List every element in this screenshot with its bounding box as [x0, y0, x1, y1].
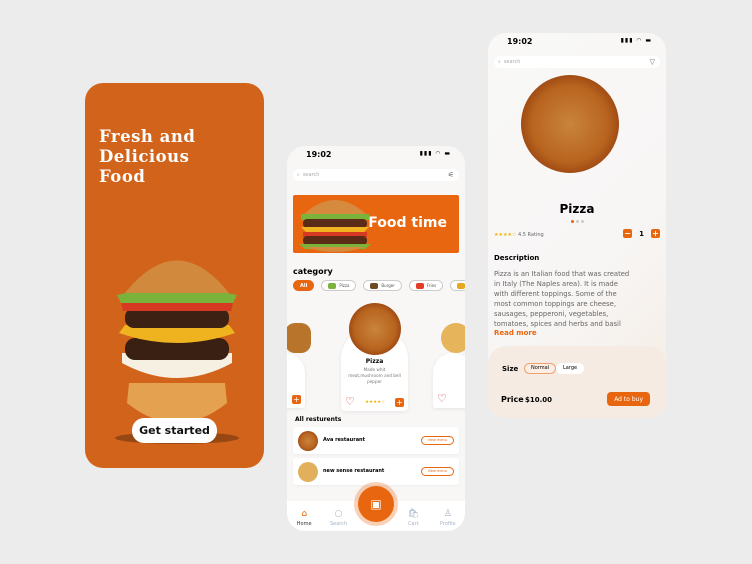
- quantity-value: 1: [639, 229, 644, 238]
- food-card-burger[interactable]: +: [287, 323, 311, 408]
- home-icon: ⌂: [301, 509, 308, 519]
- status-icons: ▮▮▮ ◠ ▬: [620, 37, 652, 44]
- description-text: Pizza is an Italian food that was create…: [494, 270, 630, 328]
- restaurant-item[interactable]: Ava restaurant View menu: [293, 427, 459, 454]
- search-placeholder: search: [302, 172, 320, 178]
- category-chip-wrap[interactable]: Wrap: [450, 280, 465, 291]
- tab-label: Cart: [408, 521, 419, 527]
- status-time: 19:02: [507, 37, 533, 46]
- home-screen: 19:02 ▮▮▮ ◠ ▬ ⌕ search ⚟ Food time categ…: [287, 146, 465, 531]
- headline: Fresh and Delicious Food: [99, 127, 196, 186]
- food-card-fries[interactable]: ♡: [433, 323, 465, 408]
- dot[interactable]: [571, 220, 574, 223]
- fries-image: [441, 323, 465, 353]
- size-label: Size: [502, 365, 519, 373]
- fries-icon: [415, 282, 424, 289]
- burger-image: [287, 323, 311, 353]
- search-icon: ○: [334, 509, 343, 519]
- add-button[interactable]: +: [292, 395, 301, 404]
- category-chip-pizza[interactable]: Pizza: [321, 280, 357, 291]
- restaurant-image: [298, 431, 318, 451]
- view-menu-button[interactable]: View menu: [420, 436, 454, 445]
- profile-icon: ♙: [443, 509, 452, 519]
- onboarding-screen: Fresh and Delicious Food Get started: [85, 83, 264, 468]
- tab-search[interactable]: ○ Search: [324, 509, 354, 527]
- burger-icon: [370, 282, 379, 289]
- food-desc: Made whit meat,mushroom and bell pepper: [348, 367, 401, 384]
- heart-icon[interactable]: ♡: [437, 392, 447, 405]
- restaurant-name: Ava restaurant: [323, 437, 366, 443]
- pizza-image: [521, 75, 619, 173]
- category-chip-fries[interactable]: Fries: [408, 280, 444, 291]
- cart-icon: 🛍: [407, 509, 420, 519]
- status-bar: 19:02 ▮▮▮ ◠ ▬: [488, 33, 666, 51]
- tab-cart[interactable]: 🛍 Cart: [398, 509, 428, 527]
- filter-icon[interactable]: ▽: [650, 58, 655, 66]
- product-title: Pizza: [559, 202, 595, 216]
- chip-label: Pizza: [339, 283, 350, 288]
- wrap-icon: [457, 282, 465, 289]
- chip-label: All: [300, 282, 308, 289]
- status-icons: ▮▮▮ ◠ ▬: [419, 150, 451, 157]
- increase-button[interactable]: +: [651, 229, 660, 238]
- heart-icon[interactable]: ♡: [345, 395, 355, 408]
- price-value: $10.00: [525, 396, 553, 404]
- restaurants-title: All resturents: [295, 416, 342, 423]
- category-chip-all[interactable]: All: [293, 280, 315, 291]
- tab-label: Home: [296, 521, 312, 527]
- pizza-icon: [328, 282, 337, 289]
- price-label: Price: [501, 395, 524, 404]
- read-more-link[interactable]: Read more: [494, 329, 537, 337]
- tab-profile[interactable]: ♙ Profile: [433, 509, 463, 527]
- get-started-button[interactable]: Get started: [132, 418, 217, 443]
- category-chip-burger[interactable]: Burger: [363, 280, 402, 291]
- description-title: Description: [494, 254, 540, 262]
- search-icon: ⌕: [498, 59, 501, 65]
- tab-label: Search: [329, 521, 348, 527]
- status-bar: 19:02 ▮▮▮ ◠ ▬: [287, 146, 465, 164]
- rating-text: 4.5 Rating: [518, 232, 544, 238]
- decrease-button[interactable]: −: [623, 229, 633, 238]
- category-list: All Pizza Burger Fries Wrap: [293, 280, 465, 291]
- promo-banner[interactable]: Food time: [293, 195, 459, 253]
- burger-image: [299, 200, 371, 252]
- quantity-stepper: − 1 +: [623, 229, 660, 238]
- rating: ★★★★☆ 4.5 Rating: [494, 232, 544, 238]
- tab-label: Profile: [439, 521, 456, 527]
- chip-label: Burger: [381, 283, 395, 288]
- category-title: category: [293, 267, 333, 276]
- food-card-pizza[interactable]: Pizza Made whit meat,mushroom and bell p…: [341, 303, 408, 411]
- carousel-dots[interactable]: [571, 220, 584, 223]
- size-option-large[interactable]: Large: [556, 363, 585, 374]
- view-menu-button[interactable]: View menu: [420, 467, 454, 476]
- restaurant-image: [298, 462, 318, 482]
- add-button[interactable]: +: [395, 398, 404, 407]
- search-input[interactable]: ⌕ search ▽: [494, 56, 660, 68]
- search-input[interactable]: ⌕ search ⚟: [293, 169, 459, 181]
- rating-stars: ★★★★☆: [365, 400, 386, 405]
- menu-fab-button[interactable]: ▣: [358, 486, 394, 522]
- dot[interactable]: [581, 220, 584, 223]
- banner-text: Food time: [368, 215, 447, 231]
- dot[interactable]: [576, 220, 579, 223]
- restaurant-name: new sense restaurant: [323, 468, 385, 474]
- purchase-panel: Size Normal Large Price $10.00 Ad to buy: [488, 346, 666, 418]
- burger-image: [115, 260, 239, 444]
- menu-icon: ▣: [370, 497, 382, 511]
- rating-stars: ★★★★☆: [494, 232, 517, 238]
- filter-icon[interactable]: ⚟: [448, 171, 454, 179]
- pizza-image: [349, 303, 401, 355]
- restaurant-item[interactable]: new sense restaurant View menu: [293, 458, 459, 485]
- status-time: 19:02: [306, 150, 332, 159]
- size-option-normal[interactable]: Normal: [524, 363, 557, 374]
- add-to-buy-button[interactable]: Ad to buy: [607, 392, 650, 406]
- chip-label: Fries: [426, 283, 437, 288]
- food-name: Pizza: [365, 358, 384, 365]
- tab-home[interactable]: ⌂ Home: [289, 509, 319, 527]
- detail-screen: 19:02 ▮▮▮ ◠ ▬ ⌕ search ▽ Pizza ★★★★☆ 4.5…: [488, 33, 666, 418]
- search-icon: ⌕: [297, 172, 300, 178]
- search-placeholder: search: [503, 59, 521, 65]
